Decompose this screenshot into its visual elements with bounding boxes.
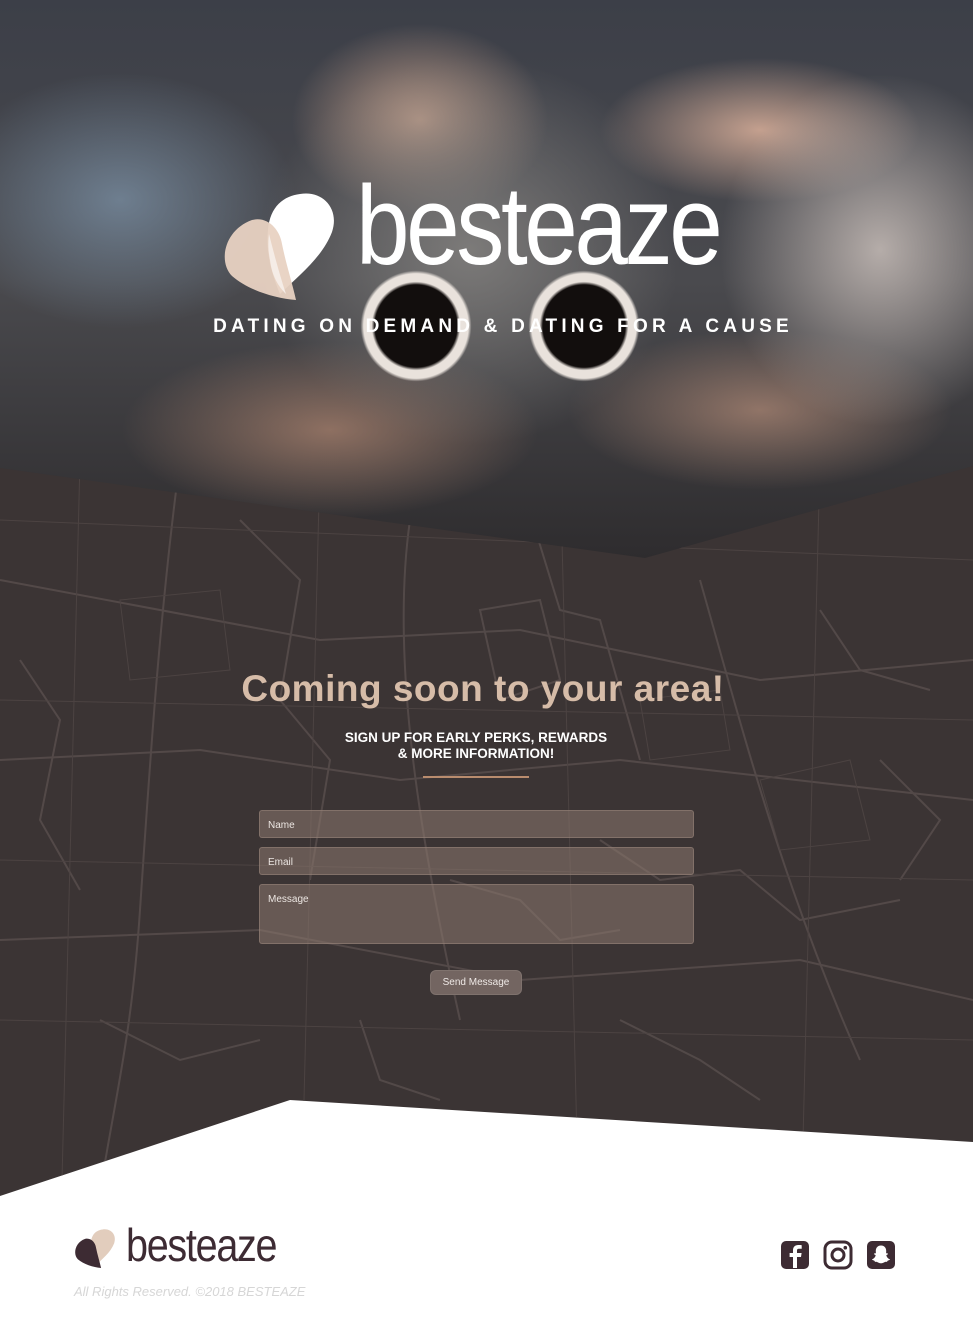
signup-subheading-line1: SIGN UP FOR EARLY PERKS, REWARDS <box>344 730 608 745</box>
snapchat-icon[interactable] <box>866 1240 896 1270</box>
coming-soon-heading: Coming soon to your area! <box>241 668 725 709</box>
send-message-button[interactable]: Send Message <box>430 970 522 995</box>
hero-logo: besteaze <box>222 170 762 310</box>
copyright-text: All Rights Reserved. ©2018 BESTEAZE <box>74 1284 306 1299</box>
instagram-icon[interactable] <box>823 1240 853 1270</box>
email-input[interactable]: Email <box>259 847 694 875</box>
signup-subheading-line2: & MORE INFORMATION! <box>397 746 555 761</box>
signup-subheading: SIGN UP FOR EARLY PERKS, REWARDS & MORE … <box>0 730 952 762</box>
footer-logo: besteaze <box>74 1222 314 1272</box>
name-input[interactable]: Name <box>259 810 694 838</box>
facebook-icon[interactable] <box>780 1240 810 1270</box>
message-textarea[interactable]: Message <box>259 884 694 944</box>
heart-logo-icon <box>224 193 334 300</box>
footer-brand-wordmark: besteaze <box>126 1219 278 1271</box>
hero-brand-wordmark: besteaze <box>356 163 723 288</box>
hero-tagline: DATING ON DEMAND & DATING FOR A CAUSE <box>213 316 793 337</box>
heart-logo-icon <box>75 1229 115 1268</box>
accent-divider <box>423 776 529 778</box>
